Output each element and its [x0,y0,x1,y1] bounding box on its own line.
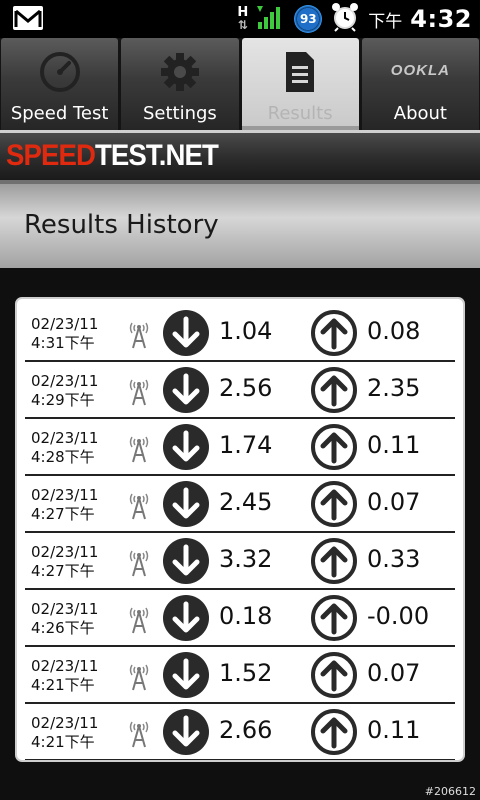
status-ampm: 下午 [368,11,403,32]
upload-speed: 0.11 [367,716,421,744]
alarm-clock-icon [330,2,360,36]
brand-bar: SPEEDTEST.NET [0,130,480,180]
tab-settings[interactable]: Settings [121,38,239,130]
result-datetime: 02/23/11 4:21下午 [31,714,99,751]
table-row[interactable]: 02/23/11 4:29下午 2.56 2.35 [25,362,455,419]
table-row[interactable]: 02/23/11 4:31下午 1.04 0.08 [25,305,455,362]
download-arrow-icon [162,537,210,589]
page-title: Results History [24,210,219,240]
upload-arrow-icon [310,708,358,760]
tab-label: Speed Test [10,103,109,124]
upload-arrow-icon [310,651,358,703]
result-datetime: 02/23/11 4:29下午 [31,372,99,409]
download-speed: 2.56 [219,374,273,402]
signal-tower-icon [127,319,151,353]
upload-speed: 0.11 [367,431,421,459]
speedometer-icon [38,50,82,98]
download-arrow-icon [162,708,210,760]
table-row[interactable]: 02/23/11 4:26下午 0.18 -0.00 [25,590,455,647]
section-header: Results History [0,180,480,268]
upload-speed: 2.35 [367,374,421,402]
upload-arrow-icon [310,594,358,646]
download-arrow-icon [162,480,210,532]
download-speed: 0.18 [219,602,273,630]
upload-arrow-icon [310,480,358,532]
gear-icon [158,50,202,98]
result-datetime: 02/23/11 4:31下午 [31,315,99,352]
signal-tower-icon [127,433,151,467]
upload-arrow-icon [310,537,358,589]
download-arrow-icon [162,366,210,418]
download-speed: 3.32 [219,545,273,573]
signal-tower-icon [127,547,151,581]
table-row[interactable]: 02/23/11 4:27下午 2.45 0.07 [25,476,455,533]
download-speed: 1.04 [219,317,273,345]
upload-arrow-icon [310,309,358,361]
upload-arrow-icon [310,423,358,475]
tab-speed-test[interactable]: Speed Test [1,38,119,130]
download-speed: 1.74 [219,431,273,459]
download-arrow-icon [162,594,210,646]
result-datetime: 02/23/11 4:27下午 [31,486,99,523]
status-bar: H ⇅ 93 下午 4:32 [0,0,480,38]
download-speed: 2.66 [219,716,273,744]
upload-speed: 0.07 [367,488,421,516]
signal-tower-icon [127,604,151,638]
results-list[interactable]: 02/23/11 4:31下午 1.04 0.08 02/23/11 4:29下午 2.56… [15,297,465,762]
ookla-logo: OOKLA [390,62,450,79]
tab-results[interactable]: Results [241,38,360,130]
status-time: 4:32 [410,5,472,33]
upload-arrow-icon [310,366,358,418]
signal-tower-icon [127,376,151,410]
tab-label: Results [267,103,333,124]
tab-label: About [393,103,447,124]
watermark: #206612 [424,785,476,798]
signal-tower-icon [127,661,151,695]
result-datetime: 02/23/11 4:27下午 [31,543,99,580]
signal-tower-icon [127,718,151,752]
signal-bars-icon [256,4,286,34]
result-datetime: 02/23/11 4:21下午 [31,657,99,694]
result-datetime: 02/23/11 4:28下午 [31,429,99,466]
table-row[interactable]: 02/23/11 4:27下午 3.32 0.33 [25,533,455,590]
document-list-icon [280,50,320,98]
upload-speed: 0.33 [367,545,421,573]
result-datetime: 02/23/11 4:26下午 [31,600,99,637]
gmail-icon [12,5,44,35]
download-arrow-icon [162,651,210,703]
table-row-partial: 02/23/11 [25,761,455,762]
download-speed: 1.52 [219,659,273,687]
tab-bar: Speed Test Settings Results OOKLA About [0,38,480,130]
table-row[interactable]: 02/23/11 4:28下午 1.74 0.11 [25,419,455,476]
tab-about[interactable]: OOKLA About [361,38,479,130]
table-row[interactable]: 02/23/11 4:21下午 2.66 0.11 [25,704,455,760]
download-arrow-icon [162,423,210,475]
upload-speed: 0.08 [367,317,421,345]
upload-speed: 0.07 [367,659,421,687]
signal-tower-icon [127,490,151,524]
download-speed: 2.45 [219,488,273,516]
download-arrow-icon [162,309,210,361]
upload-speed: -0.00 [367,602,430,630]
battery-icon: 93 [294,5,323,33]
tab-label: Settings [142,103,217,124]
speedtest-logo: SPEEDTEST.NET [6,139,219,172]
network-h-icon: H ⇅ [237,5,249,32]
table-row[interactable]: 02/23/11 4:21下午 1.52 0.07 [25,647,455,704]
